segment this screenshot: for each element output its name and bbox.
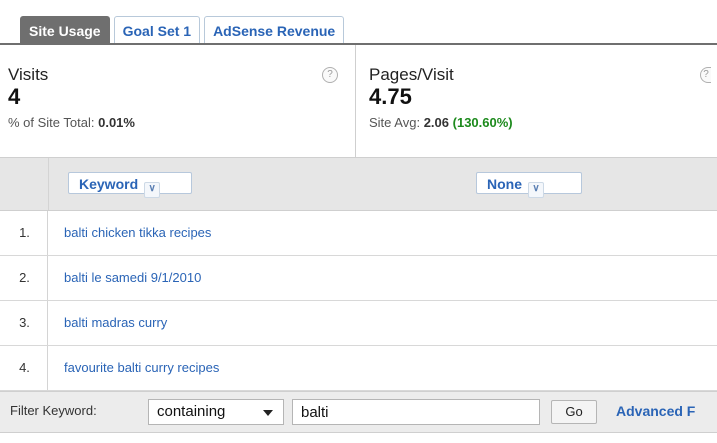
advanced-filter-link[interactable]: Advanced F — [616, 403, 695, 419]
tab-site-usage[interactable]: Site Usage — [20, 16, 110, 44]
visits-site-total-value: 0.01% — [98, 115, 135, 130]
table-row: 4. favourite balti curry recipes — [0, 346, 717, 391]
secondary-dimension-label: None — [487, 176, 522, 192]
chevron-down-icon: ∨ — [528, 182, 544, 198]
keyword-dimension-dropdown[interactable]: Keyword ∨ — [68, 172, 192, 198]
keyword-link[interactable]: balti chicken tikka recipes — [64, 211, 211, 255]
keyword-link[interactable]: balti madras curry — [64, 301, 167, 345]
row-number-header — [0, 158, 49, 210]
secondary-dimension-dropdown[interactable]: None ∨ — [476, 172, 582, 198]
tab-adsense-revenue[interactable]: AdSense Revenue — [204, 16, 345, 44]
table-row: 3. balti madras curry — [0, 301, 717, 346]
visits-value: 4 — [8, 84, 21, 109]
help-icon[interactable]: ? — [322, 67, 338, 83]
pages-per-visit-value: 4.75 — [369, 84, 412, 109]
chevron-down-icon: ∨ — [144, 182, 161, 198]
pages-per-visit-title: Pages/Visit — [369, 65, 454, 84]
site-avg-label: Site Avg: — [369, 115, 421, 130]
help-icon[interactable]: ? — [700, 67, 711, 83]
keyword-link[interactable]: favourite balti curry recipes — [64, 346, 219, 390]
tab-goal-set-1[interactable]: Goal Set 1 — [113, 16, 201, 44]
filter-mode-value: containing — [157, 403, 226, 420]
filter-label: Filter Keyword: — [10, 403, 97, 418]
visits-site-total-label: % of Site Total: — [8, 115, 95, 130]
site-avg-percent: (130.60%) — [452, 115, 513, 130]
row-number: 3. — [0, 301, 48, 345]
keyword-dimension-label: Keyword — [79, 176, 139, 192]
keyword-link[interactable]: balti le samedi 9/1/2010 — [64, 256, 201, 300]
filter-input[interactable] — [292, 399, 540, 425]
metrics-panel: Visits 4 % of Site Total: 0.01% ? Pages/… — [0, 45, 717, 158]
dropdown-arrow-icon — [263, 410, 273, 416]
pages-per-visit-metric: Pages/Visit 4.75 Site Avg: 2.06 (130.60%… — [357, 45, 717, 157]
table-row: 1. balti chicken tikka recipes — [0, 211, 717, 256]
visits-site-total: % of Site Total: 0.01% — [8, 115, 355, 130]
row-number: 2. — [0, 256, 48, 300]
filter-bar: Filter Keyword: containing Go Advanced F — [0, 391, 717, 433]
report-tabs: Site Usage Goal Set 1 AdSense Revenue — [20, 12, 348, 44]
visits-title: Visits — [8, 65, 49, 84]
table-header: Keyword ∨ None ∨ — [0, 158, 717, 211]
go-button[interactable]: Go — [551, 400, 597, 424]
visits-metric: Visits 4 % of Site Total: 0.01% ? — [0, 45, 356, 157]
row-number: 1. — [0, 211, 48, 255]
table-row: 2. balti le samedi 9/1/2010 — [0, 256, 717, 301]
row-number: 4. — [0, 346, 48, 390]
filter-mode-select[interactable]: containing — [148, 399, 284, 425]
site-avg-value: 2.06 — [423, 115, 450, 130]
pages-per-visit-site-avg: Site Avg: 2.06 (130.60%) — [369, 115, 717, 130]
